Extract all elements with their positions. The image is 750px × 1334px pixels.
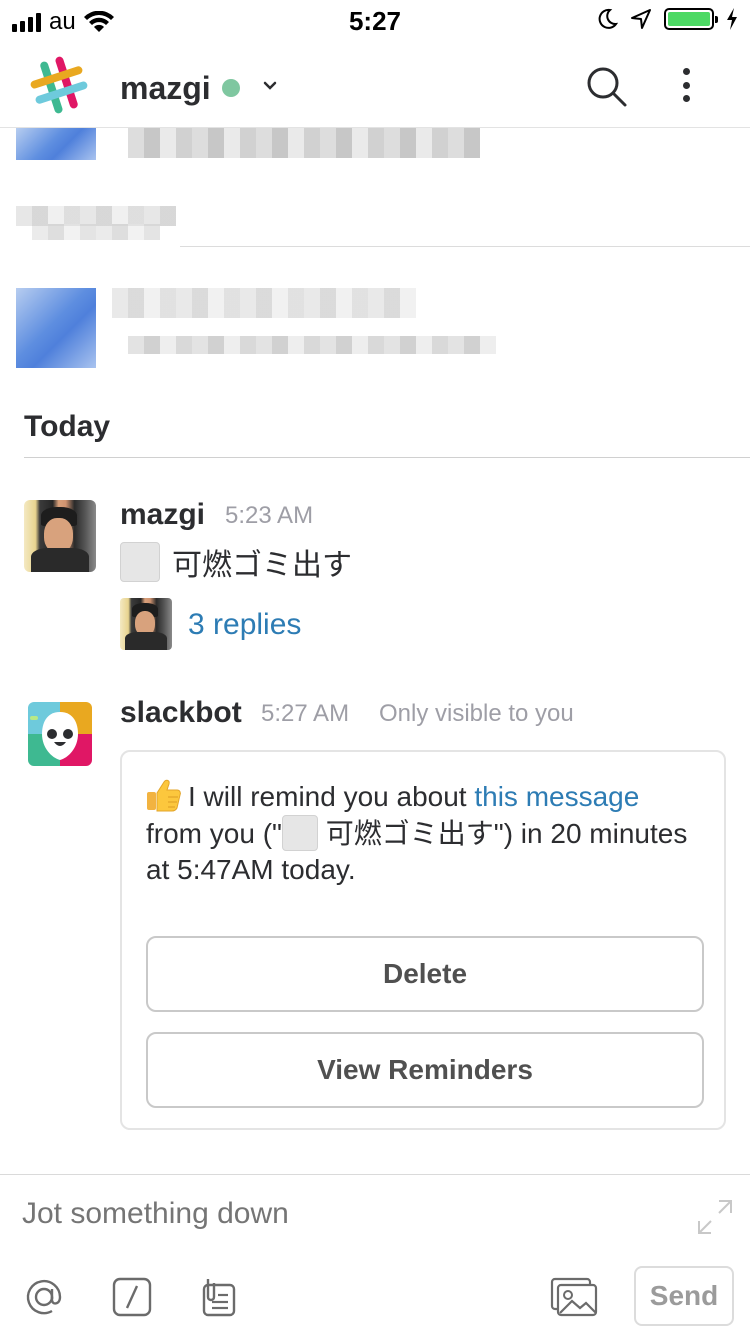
blurred-text <box>32 224 160 240</box>
message-text: 可燃ゴミ出す <box>120 540 352 584</box>
snippet-icon[interactable] <box>198 1275 242 1319</box>
mention-icon[interactable] <box>22 1275 66 1319</box>
channel-header: mazgi <box>0 40 750 128</box>
blurred-text <box>112 288 416 318</box>
status-bar: au 5:27 <box>0 0 750 40</box>
visibility-note: Only visible to you <box>379 700 574 727</box>
thumbs-up-icon <box>147 779 181 812</box>
chevron-down-icon[interactable] <box>262 78 278 94</box>
blurred-text <box>128 128 480 158</box>
message-body: 可燃ゴミ出す <box>172 549 352 582</box>
delete-button[interactable]: Delete <box>146 936 704 1012</box>
date-divider-line <box>24 457 750 458</box>
status-right <box>596 8 738 30</box>
view-reminders-button[interactable]: View Reminders <box>146 1032 704 1108</box>
reminder-attachment: I will remind you about this message fro… <box>120 750 726 1130</box>
more-vertical-icon[interactable] <box>672 64 700 106</box>
message-sender[interactable]: slackbot <box>120 696 242 730</box>
moon-icon <box>598 8 618 29</box>
message-timestamp: 5:27 AM <box>261 700 350 727</box>
blurred-avatar <box>16 128 96 160</box>
reminder-text-part: from you (" <box>146 818 282 849</box>
blurred-avatar <box>16 288 96 368</box>
thread-replies-link[interactable]: 3 replies <box>188 608 301 642</box>
message-input[interactable] <box>22 1197 662 1231</box>
blurred-text <box>16 206 176 226</box>
presence-indicator <box>222 79 240 97</box>
message-sender[interactable]: mazgi <box>120 498 205 532</box>
charging-bolt-icon <box>727 8 737 30</box>
location-arrow-icon <box>631 9 651 29</box>
reminder-text-part: I will remind you about <box>188 781 475 812</box>
divider-line <box>180 246 750 247</box>
quoted-message: 可燃ゴミ出す <box>317 818 494 849</box>
photo-icon[interactable] <box>550 1275 600 1319</box>
slash-command-icon[interactable] <box>110 1275 154 1319</box>
message-composer: Send <box>0 1174 750 1334</box>
search-icon[interactable] <box>584 64 628 108</box>
date-divider-label: Today <box>24 410 111 443</box>
custom-emoji-icon <box>281 815 318 851</box>
slack-logo-icon[interactable] <box>30 56 88 114</box>
battery-icon <box>664 8 718 30</box>
avatar[interactable] <box>24 500 96 572</box>
message-link[interactable]: this message <box>474 781 639 812</box>
custom-emoji-icon <box>120 542 160 582</box>
reply-avatar <box>120 598 172 650</box>
slackbot-avatar[interactable] <box>28 702 92 766</box>
team-name[interactable]: mazgi <box>120 70 211 107</box>
message-timestamp: 5:23 AM <box>225 502 314 529</box>
send-button[interactable]: Send <box>634 1266 734 1326</box>
blurred-text <box>128 336 496 354</box>
reminder-text: I will remind you about this message fro… <box>146 778 706 888</box>
expand-icon[interactable] <box>697 1199 733 1235</box>
